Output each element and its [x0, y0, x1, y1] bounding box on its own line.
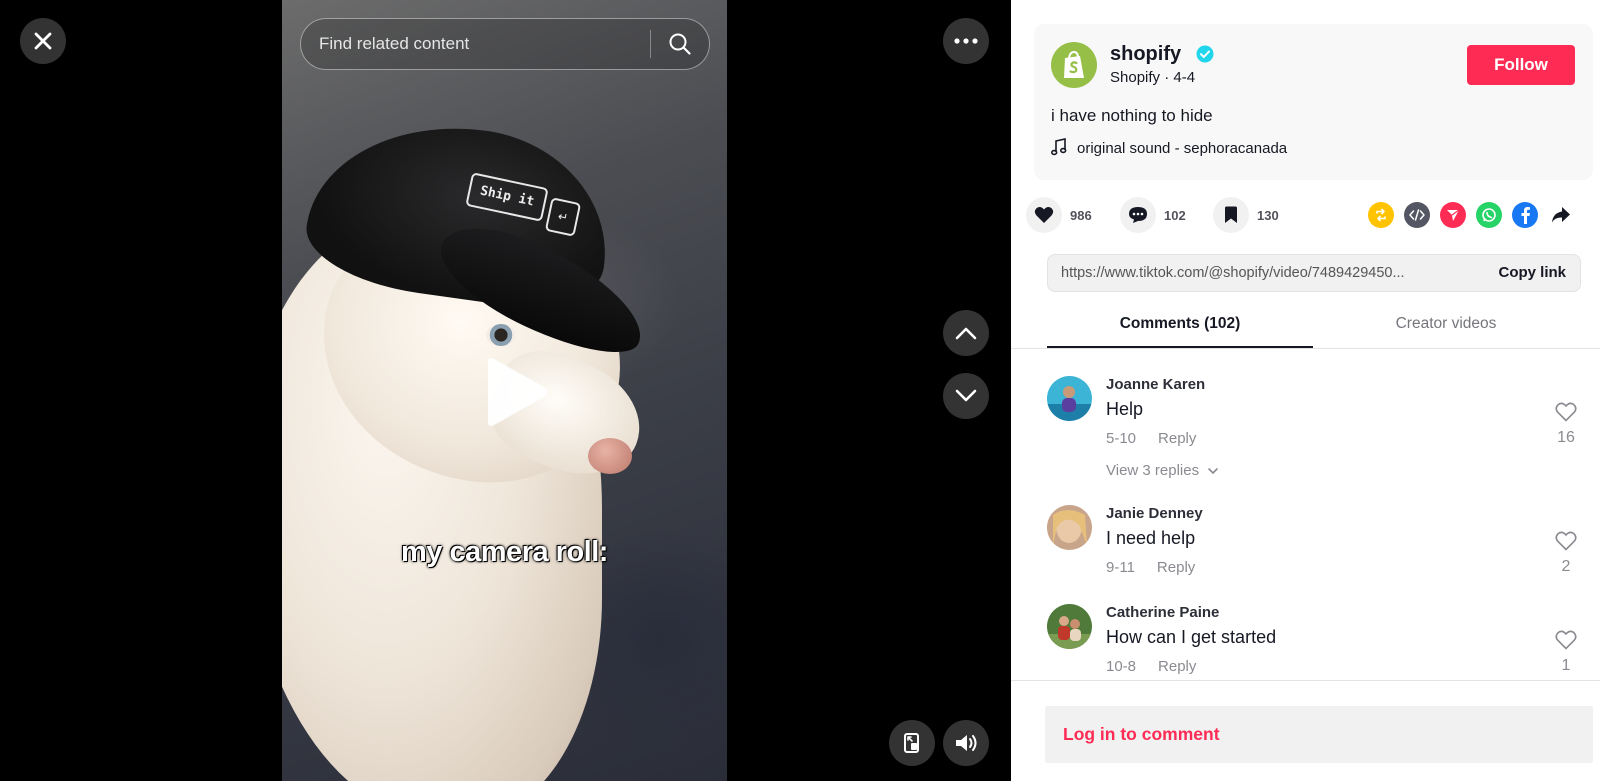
- dog-eye: [486, 324, 516, 346]
- commenter-name[interactable]: Janie Denney: [1106, 505, 1203, 522]
- comment-icon-wrap: [1120, 197, 1156, 233]
- reply-button[interactable]: Reply: [1158, 658, 1196, 675]
- heart-outline-icon: [1555, 531, 1577, 551]
- comment-like-count: 2: [1561, 558, 1571, 575]
- commenter-avatar[interactable]: [1047, 604, 1092, 649]
- comment-meta: 9-11 Reply: [1106, 559, 1195, 576]
- comment-button[interactable]: 102: [1120, 196, 1186, 234]
- more-icon: [954, 38, 978, 44]
- comment-item: Joanne Karen Help 5-10 Reply 16 View 3 re…: [1047, 376, 1587, 486]
- author-avatar[interactable]: [1051, 42, 1097, 88]
- verified-badge-icon: [1196, 45, 1214, 68]
- comment-date: 9-11: [1106, 559, 1135, 576]
- side-panel: shopify Shopify · 4-4 Follow i have noth…: [1011, 0, 1600, 781]
- actions-row: 986 102 130: [1026, 196, 1593, 236]
- chevron-down-icon: [1208, 467, 1218, 474]
- commenter-name[interactable]: Catherine Paine: [1106, 604, 1219, 621]
- comment-footer: Log in to comment: [1011, 680, 1600, 781]
- reply-button[interactable]: Reply: [1157, 559, 1195, 576]
- play-button[interactable]: [480, 356, 550, 428]
- tab-creator-videos[interactable]: Creator videos: [1313, 300, 1579, 348]
- comment-meta: 5-10 Reply: [1106, 430, 1196, 447]
- video-player[interactable]: Ship it ↵ my camera roll:: [282, 0, 727, 781]
- dog-nose: [588, 438, 632, 474]
- video-description: i have nothing to hide: [1051, 106, 1213, 125]
- app-root: Ship it ↵ my camera roll: Find related c…: [0, 0, 1600, 781]
- play-icon: [488, 358, 547, 426]
- shopify-logo-icon: [1064, 50, 1084, 78]
- send-icon[interactable]: [1440, 202, 1466, 228]
- comment-count: 102: [1164, 207, 1186, 223]
- sound-link[interactable]: original sound - sephoracanada: [1077, 140, 1287, 157]
- comment-item: Catherine Paine How can I get started 10…: [1047, 604, 1587, 682]
- view-replies-button[interactable]: View 3 replies: [1106, 462, 1219, 479]
- tab-comments[interactable]: Comments (102): [1047, 300, 1313, 348]
- video-caption-overlay: my camera roll:: [401, 536, 608, 568]
- video-pane: Ship it ↵ my camera roll:: [0, 0, 1011, 781]
- save-count: 130: [1257, 207, 1279, 223]
- heart-icon: [1034, 207, 1054, 223]
- volume-button[interactable]: [943, 720, 989, 766]
- comment-item: Janie Denney I need help 9-11 Reply 2: [1047, 505, 1587, 585]
- panel-tabs: Comments (102) Creator videos: [1011, 300, 1600, 349]
- music-note-icon: [1050, 138, 1067, 161]
- search-input[interactable]: [301, 34, 650, 54]
- close-button[interactable]: [20, 18, 66, 64]
- commenter-avatar[interactable]: [1047, 505, 1092, 550]
- like-button[interactable]: 986: [1026, 196, 1092, 234]
- comment-text: I need help: [1106, 528, 1196, 548]
- search-bar: [300, 18, 710, 70]
- comment-like-count: 1: [1561, 657, 1571, 674]
- chevron-up-icon: [955, 327, 977, 340]
- floating-player-icon: [904, 733, 919, 753]
- heart-outline-icon: [1555, 630, 1577, 650]
- comment-like-count: 16: [1557, 429, 1575, 446]
- bookmark-icon: [1225, 206, 1237, 223]
- comment-icon: [1129, 207, 1147, 223]
- search-icon: [669, 33, 691, 55]
- facebook-icon[interactable]: [1512, 202, 1538, 228]
- comment-date: 10-8: [1106, 658, 1137, 675]
- comment-like-button[interactable]: 1: [1553, 630, 1579, 675]
- share-link-box: https://www.tiktok.com/@shopify/video/74…: [1047, 254, 1581, 292]
- floating-player-button[interactable]: [889, 720, 935, 766]
- heart-outline-icon: [1555, 402, 1577, 422]
- more-options-button[interactable]: [943, 18, 989, 64]
- volume-icon: [956, 735, 977, 751]
- author-name[interactable]: shopify: [1110, 43, 1181, 66]
- save-icon-wrap: [1213, 197, 1249, 233]
- search-button[interactable]: [651, 19, 709, 69]
- chevron-down-icon: [955, 389, 977, 402]
- previous-video-button[interactable]: [943, 310, 989, 356]
- commenter-avatar[interactable]: [1047, 376, 1092, 421]
- commenter-name[interactable]: Joanne Karen: [1106, 376, 1205, 393]
- share-arrow-icon[interactable]: [1548, 202, 1574, 228]
- comment-like-button[interactable]: 16: [1553, 402, 1579, 447]
- next-video-button[interactable]: [943, 373, 989, 419]
- save-button[interactable]: 130: [1213, 196, 1279, 234]
- comment-text: Help: [1106, 399, 1144, 419]
- close-icon: [34, 32, 52, 50]
- like-count: 986: [1070, 207, 1092, 223]
- author-card: shopify Shopify · 4-4 Follow i have noth…: [1034, 24, 1593, 180]
- follow-button[interactable]: Follow: [1467, 45, 1575, 85]
- whatsapp-icon[interactable]: [1476, 202, 1502, 228]
- comment-meta: 10-8 Reply: [1106, 658, 1196, 675]
- view-replies-label: View 3 replies: [1106, 462, 1200, 479]
- copy-link-button[interactable]: Copy link: [1498, 264, 1566, 281]
- comment-text: How can I get started: [1106, 627, 1277, 647]
- author-subtitle: Shopify · 4-4: [1110, 69, 1196, 86]
- comment-list: Joanne Karen Help 5-10 Reply 16 View 3 re…: [1011, 352, 1600, 682]
- embed-icon[interactable]: [1404, 202, 1430, 228]
- login-to-comment-button[interactable]: Log in to comment: [1045, 706, 1593, 763]
- reply-button[interactable]: Reply: [1158, 430, 1196, 447]
- like-icon-wrap: [1026, 197, 1062, 233]
- repost-icon[interactable]: [1368, 202, 1394, 228]
- share-link-url[interactable]: https://www.tiktok.com/@shopify/video/74…: [1061, 265, 1467, 281]
- comment-date: 5-10: [1106, 430, 1137, 447]
- comment-like-button[interactable]: 2: [1553, 531, 1579, 576]
